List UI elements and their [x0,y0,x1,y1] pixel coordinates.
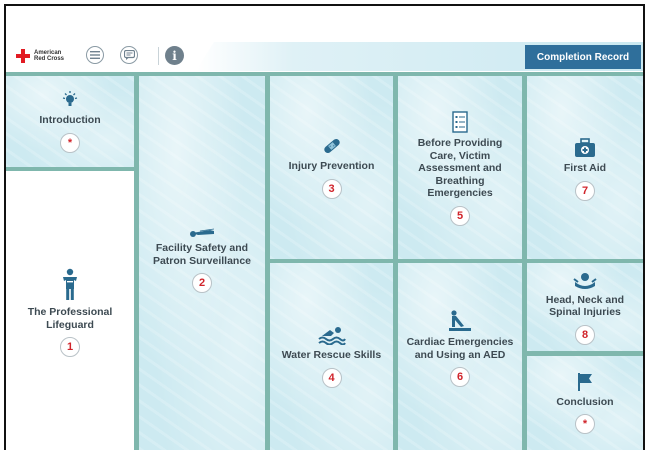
checklist-icon [452,109,468,133]
module-tile-cardiac-emergencies[interactable]: Cardiac Emergencies and Using an AED 6 [398,263,522,450]
module-tile-introduction[interactable]: Introduction * [6,76,134,167]
chat-icon [123,50,135,60]
completion-record-label: Completion Record [536,51,630,63]
logo-line-2: Red Cross [34,56,65,62]
aed-icon [448,308,472,332]
module-number-badge: 7 [575,180,595,201]
first-aid-kit-icon [574,134,596,158]
module-tile-spinal-injuries[interactable]: Head, Neck and Spinal Injuries 8 [527,263,643,351]
swimmer-icon [317,325,346,345]
module-number-badge: 3 [321,178,342,199]
module-tile-injury-prevention[interactable]: Injury Prevention 3 [270,76,393,259]
module-label: Injury Prevention [288,160,375,173]
module-number-badge: * [575,414,595,435]
module-number-badge: 2 [192,273,212,293]
module-tile-conclusion[interactable]: Conclusion * [527,356,643,450]
spine-injury-icon [573,270,597,290]
module-label: The Professional Lifeguard [27,306,113,331]
module-number-badge: * [60,132,80,153]
module-number-badge: 6 [450,367,470,387]
module-grid: Introduction * The Professional Lifeguar… [6,72,643,450]
module-label: Water Rescue Skills [281,349,382,361]
info-button[interactable]: i [165,46,184,65]
module-number-badge: 4 [321,367,342,388]
module-number-badge: 5 [450,205,470,226]
menu-button[interactable] [86,46,104,64]
completion-record-button[interactable]: Completion Record [525,45,641,69]
module-tile-facility-safety[interactable]: Facility Safety and Patron Surveillance … [139,76,265,450]
module-label: First Aid [563,162,607,175]
module-label: Introduction [39,114,101,127]
module-tile-first-aid[interactable]: First Aid 7 [527,76,643,259]
flag-icon [576,372,594,392]
menu-icon [90,51,100,59]
module-label: Conclusion [556,395,614,408]
lightbulb-icon [60,90,80,110]
module-tile-water-rescue[interactable]: Water Rescue Skills 4 [270,263,393,450]
module-label: Cardiac Emergencies and Using an AED [406,336,514,361]
whistle-icon [188,226,216,238]
red-cross-logo: American Red Cross [16,49,64,63]
bandage-icon [322,136,342,156]
toolbar-notch [196,42,214,71]
chat-button[interactable] [120,46,138,64]
module-number-badge: 8 [575,324,595,345]
info-icon: i [172,48,177,63]
module-label: Before Providing Care, Victim Assessment… [417,137,503,200]
red-cross-icon [16,49,30,63]
module-tile-before-providing-care[interactable]: Before Providing Care, Victim Assessment… [398,76,522,259]
module-label: Head, Neck and Spinal Injuries [545,293,625,319]
module-number-badge: 1 [60,337,80,357]
toolbar-divider [158,47,159,65]
module-tile-professional-lifeguard[interactable]: The Professional Lifeguard 1 [6,171,134,450]
lifeguard-icon [60,266,80,302]
module-label: Facility Safety and Patron Surveillance [152,242,252,267]
